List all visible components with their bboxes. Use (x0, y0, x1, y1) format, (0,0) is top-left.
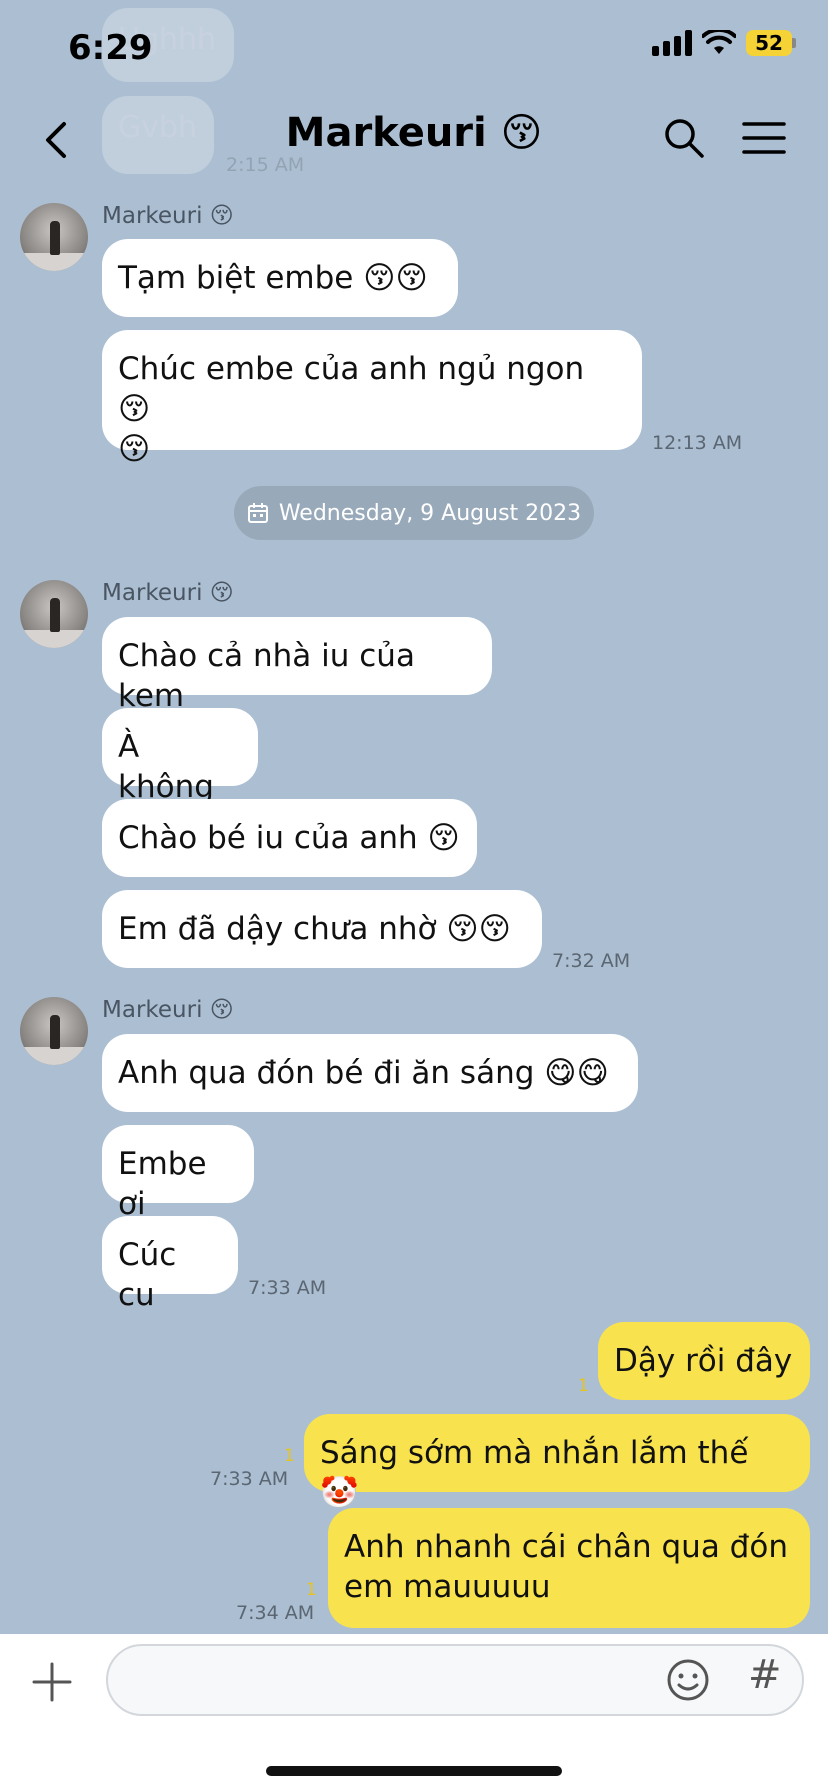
message-bubble[interactable]: Chúc embe của anh ngủ ngon 😚 😚 (102, 330, 642, 467)
sender-name: Markeuri 😚 (102, 580, 234, 606)
message-bubble[interactable]: Anh qua đón bé đi ăn sáng 😋😋 (102, 1034, 638, 1112)
read-count: 1 (284, 1446, 295, 1466)
menu-icon[interactable] (742, 118, 786, 158)
home-indicator (266, 1766, 562, 1776)
message-bubble[interactable]: Chào bé iu của anh 😚 (102, 799, 477, 877)
battery-indicator: 52 (746, 30, 792, 56)
message-bubble[interactable]: Embe ơi (102, 1125, 254, 1222)
wifi-icon (702, 30, 736, 54)
status-icons: 52 (652, 30, 796, 56)
previous-timestamp: 2:15 AM (226, 154, 305, 176)
read-count: 1 (306, 1580, 317, 1600)
message-timestamp: 7:32 AM (552, 950, 631, 972)
read-count: 1 (578, 1376, 589, 1396)
search-icon[interactable] (662, 116, 706, 160)
cellular-signal-icon (652, 30, 692, 56)
avatar[interactable] (20, 997, 88, 1065)
my-message-bubble[interactable]: Anh nhanh cái chân qua đón em mauuuuu (328, 1508, 810, 1628)
sender-name: Markeuri 😚 (102, 997, 234, 1023)
avatar[interactable] (20, 580, 88, 648)
message-bubble[interactable]: Em đã dậy chưa nhờ 😚😚 (102, 890, 542, 968)
avatar[interactable] (20, 203, 88, 271)
message-bubble[interactable]: Cúc cu (102, 1216, 238, 1313)
date-separator: Wednesday, 9 August 2023 (234, 486, 594, 540)
status-time: 6:29 (68, 28, 153, 68)
emoji-icon[interactable] (666, 1658, 710, 1702)
message-bubble[interactable]: Chào cả nhà iu của kem (102, 617, 492, 714)
message-timestamp: 7:33 AM (210, 1468, 289, 1490)
message-bubble[interactable]: Tạm biệt embe 😚😚 (102, 239, 458, 317)
my-message-bubble[interactable]: Dậy rồi đây (598, 1322, 810, 1400)
message-timestamp: 7:34 AM (236, 1602, 315, 1624)
message-timestamp: 12:13 AM (652, 432, 743, 454)
calendar-icon (247, 503, 268, 523)
date-separator-label: Wednesday, 9 August 2023 (278, 500, 582, 526)
plus-icon[interactable] (30, 1660, 74, 1704)
message-timestamp: 7:33 AM (248, 1277, 327, 1299)
hashtag-icon[interactable]: # (748, 1652, 782, 1698)
message-bubble[interactable]: À không (102, 708, 258, 805)
my-message-bubble[interactable]: Sáng sớm mà nhắn lắm thế 🤡 (304, 1414, 810, 1511)
sender-name: Markeuri 😚 (102, 203, 234, 229)
